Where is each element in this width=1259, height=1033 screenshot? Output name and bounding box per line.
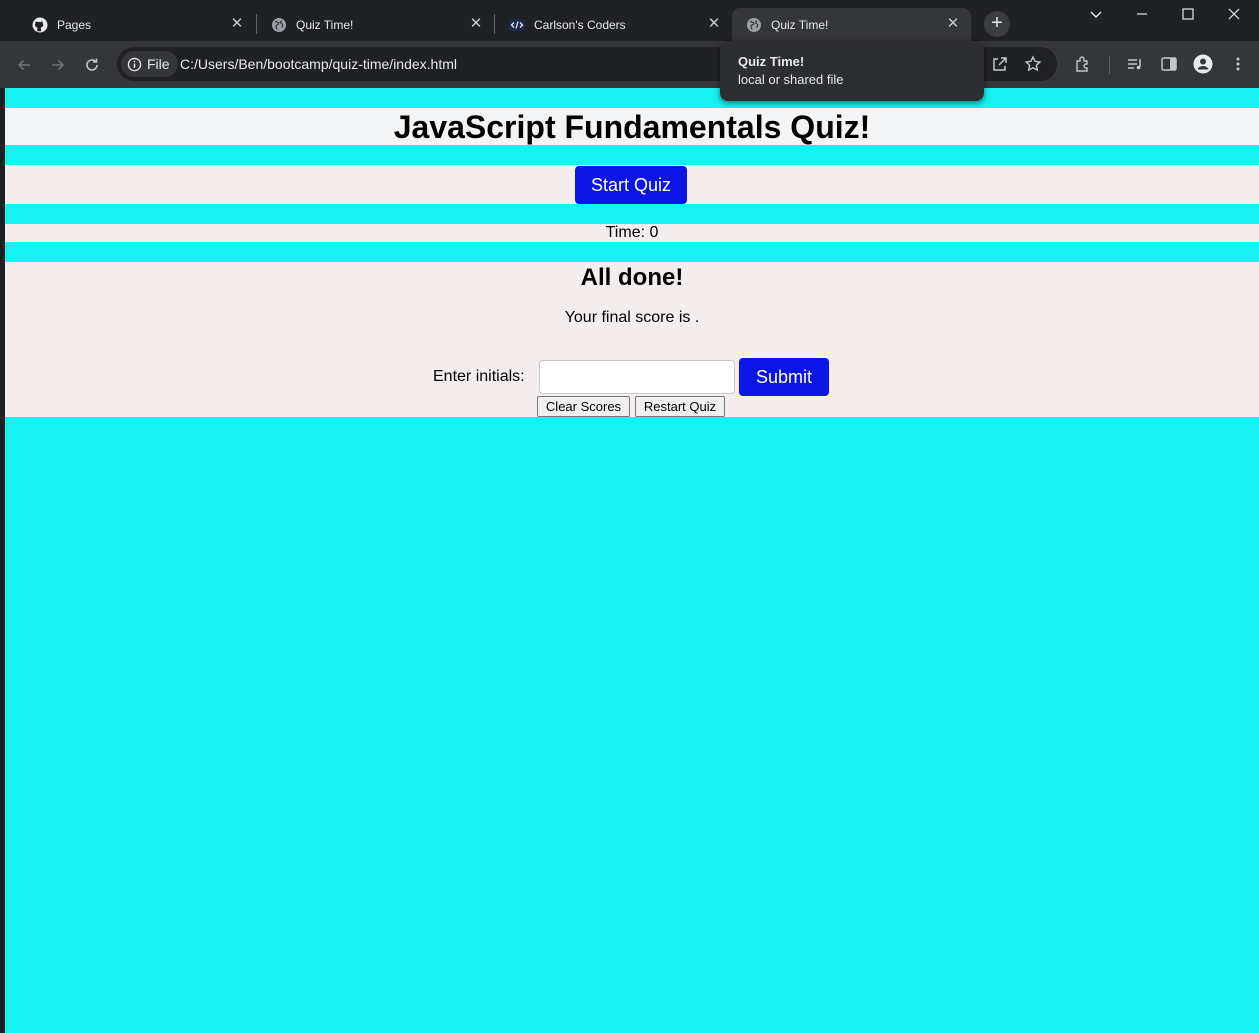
code-icon [509, 17, 525, 33]
initials-label: Enter initials: [433, 368, 525, 385]
back-icon[interactable] [12, 53, 36, 77]
close-icon[interactable]: ✕ [229, 16, 245, 32]
tab-hover-card: Quiz Time! local or shared file [720, 41, 984, 101]
page-title: JavaScript Fundamentals Quiz! [393, 109, 871, 145]
site-info-label: File [147, 56, 170, 72]
toolbar-divider [1109, 56, 1110, 74]
bookmark-star-icon[interactable] [1022, 53, 1044, 75]
initials-input[interactable] [539, 360, 735, 394]
start-quiz-button[interactable]: Start Quiz [575, 166, 687, 204]
tab-quiz-time[interactable]: Quiz Time! ✕ [257, 8, 494, 41]
info-icon [127, 57, 142, 71]
start-section: Start Quiz [5, 165, 1259, 204]
submit-button[interactable]: Submit [739, 358, 829, 396]
close-icon[interactable]: ✕ [468, 16, 484, 32]
side-panel-icon[interactable] [1158, 53, 1180, 75]
extensions-icon[interactable] [1072, 53, 1094, 75]
globe-icon [271, 17, 287, 33]
tab-title: Quiz Time! [771, 17, 829, 32]
tab-carlsons-coders[interactable]: Carlson's Coders ✕ [495, 8, 732, 41]
reload-icon[interactable] [80, 53, 104, 77]
menu-kebab-icon[interactable] [1227, 53, 1249, 75]
header: JavaScript Fundamentals Quiz! [5, 108, 1259, 145]
tab-strip: Pages ✕ Quiz Time! ✕ Carlson's Coders ✕ … [0, 0, 1259, 41]
media-queue-icon[interactable] [1124, 53, 1146, 75]
browser-toolbar: File C:/Users/Ben/bootcamp/quiz-time/ind… [0, 41, 1259, 88]
maximize-icon[interactable] [1165, 0, 1211, 28]
minimize-icon[interactable] [1119, 0, 1165, 28]
share-icon[interactable] [989, 53, 1011, 75]
forward-icon[interactable] [46, 53, 70, 77]
site-info-button[interactable]: File [121, 51, 178, 77]
url-text[interactable]: C:/Users/Ben/bootcamp/quiz-time/index.ht… [180, 56, 457, 72]
final-score-text: Your final score is . [564, 309, 700, 326]
results-section: All done! Your final score is . Enter in… [5, 262, 1259, 417]
tab-quiz-time-active[interactable]: Quiz Time! ✕ [732, 8, 971, 41]
window-close-icon[interactable] [1211, 0, 1257, 28]
tab-title: Pages [57, 17, 92, 32]
close-icon[interactable]: ✕ [706, 16, 722, 32]
results-title: All done! [580, 264, 684, 291]
profile-avatar-icon[interactable] [1192, 53, 1214, 75]
tab-title: Quiz Time! [296, 17, 354, 32]
restart-quiz-button[interactable]: Restart Quiz [635, 396, 725, 417]
clear-scores-button[interactable]: Clear Scores [537, 396, 630, 417]
close-icon[interactable]: ✕ [945, 16, 961, 32]
tab-search-icon[interactable] [1073, 0, 1119, 28]
github-icon [32, 17, 48, 33]
page-viewport: JavaScript Fundamentals Quiz! Start Quiz… [5, 88, 1259, 1033]
hover-card-subtitle: local or shared file [738, 72, 844, 87]
new-tab-button[interactable]: + [984, 11, 1010, 37]
hover-card-title: Quiz Time! [738, 54, 805, 69]
globe-icon [746, 17, 762, 33]
timer: Time: 0 [5, 224, 1259, 242]
tab-pages[interactable]: Pages ✕ [18, 8, 255, 41]
tab-title: Carlson's Coders [534, 17, 626, 32]
